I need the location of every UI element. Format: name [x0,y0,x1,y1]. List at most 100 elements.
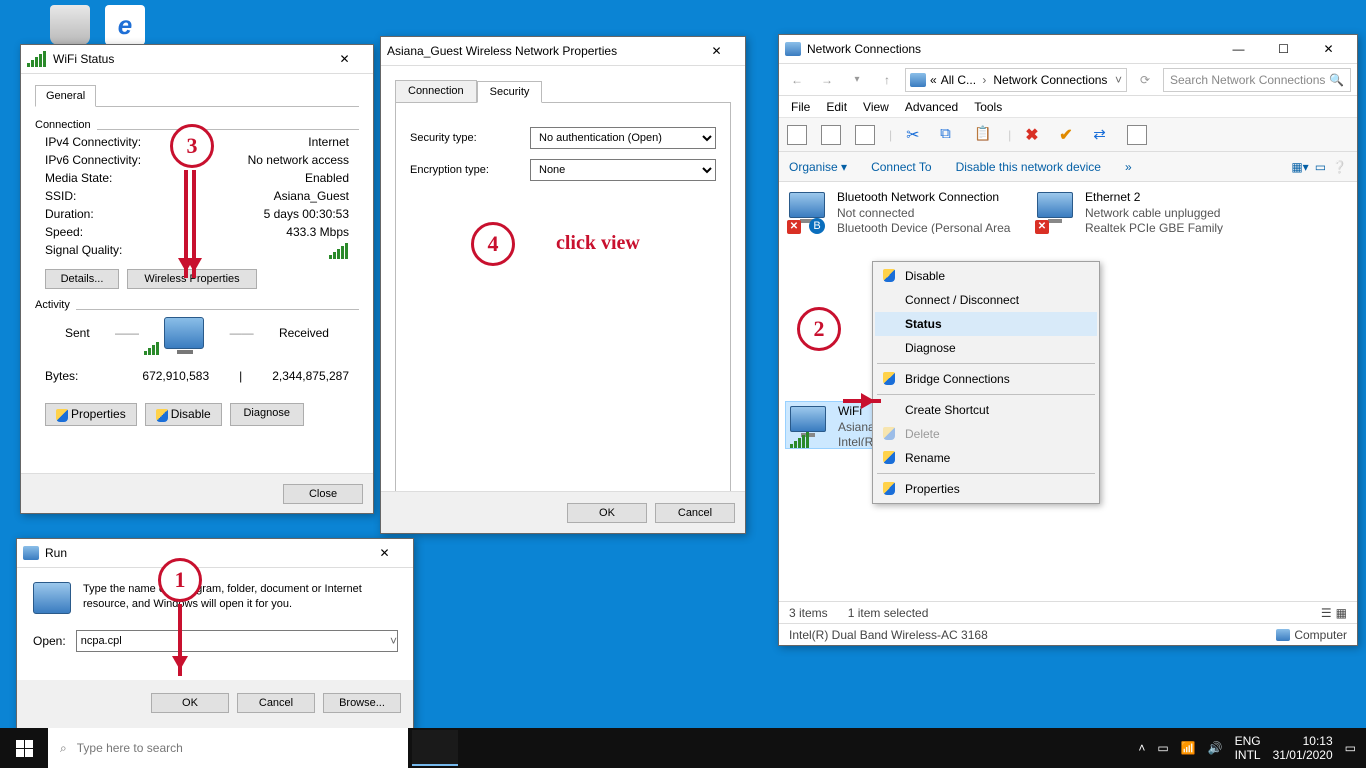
tray-expand-icon[interactable]: ˄ [1138,741,1145,755]
details-button[interactable]: Details... [45,269,119,289]
close-icon[interactable]: ✕ [1306,35,1351,63]
menu-advanced[interactable]: Advanced [905,100,958,114]
share-icon[interactable] [855,125,875,145]
security-type-select[interactable]: No authentication (Open) [530,127,716,149]
tab-connection[interactable]: Connection [395,80,477,102]
close-icon[interactable]: ✕ [362,539,407,567]
help-icon[interactable]: ❔ [1332,160,1347,174]
wireless-properties-button[interactable]: Wireless Properties [127,269,257,289]
volume-icon[interactable]: 🔊 [1208,741,1223,755]
open-input[interactable] [76,630,398,652]
properties-icon[interactable] [1127,125,1147,145]
connection-item-bluetooth[interactable]: ✕B Bluetooth Network ConnectionNot conne… [785,188,1025,236]
received-label: Received [279,326,329,340]
properties-button[interactable]: Properties [45,403,137,426]
copy-icon[interactable] [940,125,960,145]
breadcrumb[interactable]: Network Connections [993,73,1107,87]
taskbar-lang[interactable]: ENGINTL [1235,734,1261,763]
menu-edit[interactable]: Edit [826,100,847,114]
ipv4-value: Internet [308,135,349,149]
disable-button[interactable]: Disable [145,403,222,426]
wifi-icon[interactable]: 📶 [1181,741,1196,755]
signal-icon [790,432,810,448]
connection-item-ethernet[interactable]: ✕ Ethernet 2Network cable unpluggedRealt… [1033,188,1273,236]
open-label: Open: [33,634,66,648]
rename-icon[interactable] [1059,125,1079,145]
taskbar-app[interactable] [460,730,506,766]
diagnose-button[interactable]: Diagnose [230,403,304,426]
cmd-connect-to[interactable]: Connect To [871,160,932,174]
ok-button[interactable]: OK [151,693,229,713]
view-options-icon[interactable]: ▦▾ [1291,160,1308,174]
search-input[interactable]: Search Network Connections🔍 [1163,68,1351,92]
ctx-create-shortcut[interactable]: Create Shortcut [875,398,1097,422]
delete-icon[interactable] [1025,125,1045,145]
signal-quality-label: Signal Quality: [45,243,122,259]
details-view-icon[interactable]: ☰ [1321,606,1332,620]
media-label: Media State: [45,171,112,185]
computer-icon [164,317,204,349]
speed-value: 433.3 Mbps [286,225,349,239]
cmd-organise[interactable]: Organise ▾ [789,160,847,174]
computer-icon [1276,629,1290,641]
bluetooth-icon: B [809,218,825,234]
refresh-icon[interactable]: ⟳ [1133,68,1157,92]
breadcrumb[interactable]: All C... [941,73,990,87]
cmd-disable-device[interactable]: Disable this network device [956,160,1101,174]
include-icon[interactable] [821,125,841,145]
connect-icon[interactable] [1093,125,1113,145]
tab-security[interactable]: Security [477,81,543,103]
ctx-properties[interactable]: Properties [875,477,1097,501]
organize-icon[interactable] [787,125,807,145]
run-icon [23,546,39,560]
group-connection: Connection [35,117,91,133]
cut-icon[interactable] [906,125,926,145]
ctx-bridge[interactable]: Bridge Connections [875,367,1097,391]
taskbar-app[interactable] [508,730,554,766]
menu-file[interactable]: File [791,100,810,114]
tab-general[interactable]: General [35,85,96,107]
taskbar: ⌕Type here to search ˄ ▭ 📶 🔊 ENGINTL 10:… [0,728,1366,768]
recent-icon[interactable]: ▾ [845,68,869,92]
maximize-icon[interactable]: ☐ [1261,35,1306,63]
up-icon[interactable]: ↑ [875,68,899,92]
duration-value: 5 days 00:30:53 [264,207,349,221]
ctx-connect-disconnect[interactable]: Connect / Disconnect [875,288,1097,312]
speed-label: Speed: [45,225,83,239]
close-button[interactable]: Close [283,484,363,504]
browse-button[interactable]: Browse... [323,693,401,713]
window-title: Run [45,546,67,560]
ctx-status[interactable]: Status [875,312,1097,336]
ipv6-label: IPv6 Connectivity: [45,153,141,167]
encryption-type-select[interactable]: None [530,159,716,181]
minimize-icon[interactable]: — [1216,35,1261,63]
taskbar-clock[interactable]: 10:1331/01/2020 [1273,734,1333,763]
ctx-disable[interactable]: Disable [875,264,1097,288]
battery-icon[interactable]: ▭ [1157,741,1168,755]
context-menu: Disable Connect / Disconnect Status Diag… [872,261,1100,504]
cancel-button[interactable]: Cancel [237,693,315,713]
close-icon[interactable]: ✕ [694,37,739,65]
ctx-diagnose[interactable]: Diagnose [875,336,1097,360]
forward-icon[interactable]: → [815,68,839,92]
menu-view[interactable]: View [863,100,889,114]
bytes-received: 2,344,875,287 [272,369,349,383]
cancel-button[interactable]: Cancel [655,503,735,523]
close-icon[interactable]: ✕ [322,45,367,73]
back-icon[interactable]: ← [785,68,809,92]
ssid-label: SSID: [45,189,76,203]
preview-pane-icon[interactable]: ▭ [1315,160,1326,174]
shield-icon [883,482,895,495]
tiles-view-icon[interactable]: ▦ [1336,606,1347,620]
ctx-rename[interactable]: Rename [875,446,1097,470]
menu-tools[interactable]: Tools [974,100,1002,114]
paste-icon[interactable] [974,125,994,145]
ok-button[interactable]: OK [567,503,647,523]
taskbar-search[interactable]: ⌕Type here to search [48,728,408,768]
start-button[interactable] [0,728,48,768]
address-bar[interactable]: « All C... Network Connections ˅ [905,68,1127,92]
taskbar-app[interactable] [412,730,458,766]
notifications-icon[interactable]: ▭ [1345,741,1356,755]
ipv4-label: IPv4 Connectivity: [45,135,141,149]
cmd-more[interactable]: » [1125,160,1132,174]
